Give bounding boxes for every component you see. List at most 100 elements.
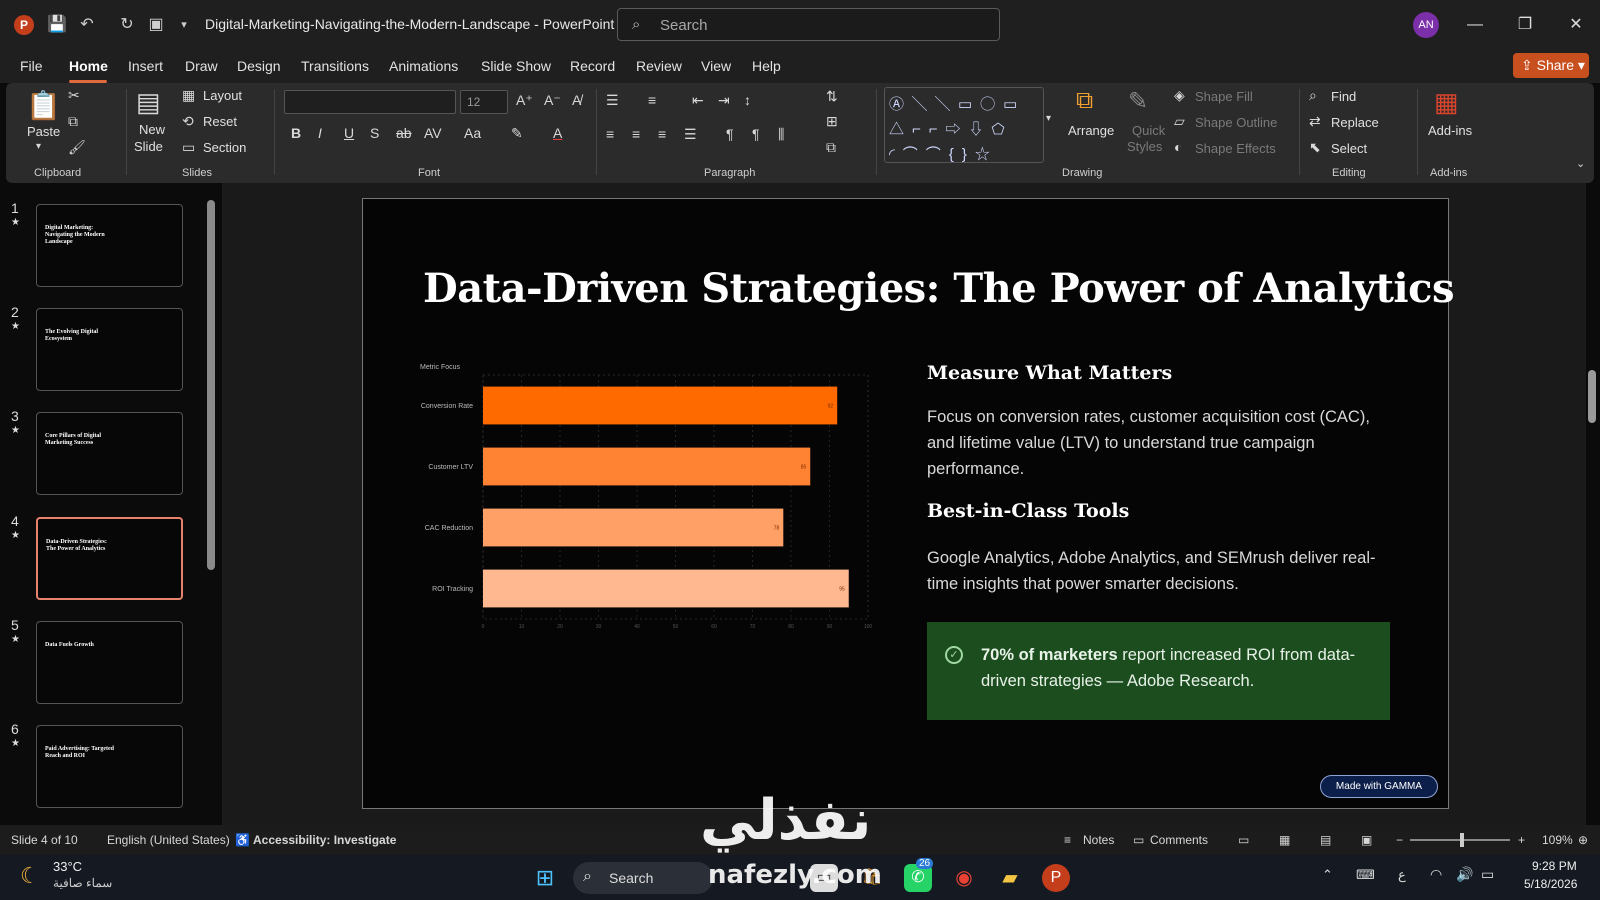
slide-sorter-icon[interactable]: ▦ xyxy=(1279,833,1290,847)
accessibility-icon[interactable]: ♿ xyxy=(235,833,250,847)
bullets-icon[interactable]: ☰ xyxy=(606,92,619,109)
slide-thumbnail-5[interactable]: Data Fuels Growth xyxy=(36,621,183,704)
comments-button[interactable]: Comments xyxy=(1150,833,1208,847)
file-explorer-icon[interactable]: ▰ xyxy=(996,864,1024,892)
quick-styles-label-2[interactable]: Styles xyxy=(1127,139,1162,154)
decrease-indent-icon[interactable]: ⇤ xyxy=(692,92,704,109)
clock-date[interactable]: 5/18/2026 xyxy=(1524,877,1577,891)
shape-fill-button[interactable]: Shape Fill xyxy=(1195,89,1253,104)
new-slide-icon[interactable]: ▤ xyxy=(136,87,161,118)
tab-animations[interactable]: Animations xyxy=(389,58,458,74)
volume-icon[interactable]: 🔊 xyxy=(1456,866,1473,883)
shadow-icon[interactable]: S xyxy=(370,125,379,141)
justify-icon[interactable]: ☰ xyxy=(684,126,697,143)
smartart-icon[interactable]: ⧉ xyxy=(826,139,836,156)
reading-view-icon[interactable]: ▤ xyxy=(1320,833,1331,847)
ltr-icon[interactable]: ¶ xyxy=(726,126,734,142)
customize-qat-icon[interactable]: ▾ xyxy=(173,14,195,36)
character-spacing-icon[interactable]: AV xyxy=(424,125,442,141)
numbering-icon[interactable]: ≡ xyxy=(648,92,656,108)
tab-draw[interactable]: Draw xyxy=(185,58,218,74)
increase-indent-icon[interactable]: ⇥ xyxy=(718,92,730,109)
input-language[interactable]: ع xyxy=(1398,867,1406,883)
arrange-button[interactable]: Arrange xyxy=(1068,123,1114,138)
restore-icon[interactable]: ❐ xyxy=(1510,12,1540,38)
tab-view[interactable]: View xyxy=(701,58,731,74)
undo-icon[interactable]: ↶ xyxy=(76,14,98,36)
align-left-icon[interactable]: ≡ xyxy=(606,126,614,142)
tab-slide-show[interactable]: Slide Show xyxy=(481,58,551,74)
powerpoint-taskbar-icon[interactable]: P xyxy=(1042,864,1070,892)
section2-heading[interactable]: Best-in-Class Tools xyxy=(927,500,1129,522)
align-center-icon[interactable]: ≡ xyxy=(632,126,640,142)
present-icon[interactable]: ▣ xyxy=(145,14,167,36)
callout-box[interactable]: ✓ 70% of marketers report increased ROI … xyxy=(927,622,1390,720)
bold-icon[interactable]: B xyxy=(291,125,301,141)
redo-icon[interactable]: ↻ xyxy=(116,14,138,36)
new-slide-label-1[interactable]: New xyxy=(139,122,165,137)
slide-4[interactable]: Data-Driven Strategies: The Power of Ana… xyxy=(362,198,1454,809)
add-ins-icon[interactable]: ▦ xyxy=(1434,87,1459,118)
quick-styles-label-1[interactable]: Quick xyxy=(1132,123,1165,138)
comments-icon[interactable]: ▭ xyxy=(1133,833,1144,847)
grow-font-icon[interactable]: A⁺ xyxy=(516,92,533,109)
zoom-level[interactable]: 109% xyxy=(1542,833,1573,847)
keyboard-icon[interactable]: ⌨ xyxy=(1356,867,1375,883)
replace-button[interactable]: Replace xyxy=(1331,115,1379,130)
font-family-select[interactable] xyxy=(284,90,456,114)
wifi-icon[interactable]: ◠ xyxy=(1430,866,1442,883)
highlight-icon[interactable]: ✎ xyxy=(511,125,523,142)
clear-formatting-icon[interactable]: A̸ xyxy=(572,92,581,108)
columns-icon[interactable]: ⫼ xyxy=(778,126,784,143)
share-button[interactable]: ⇪ Share ▾ xyxy=(1513,53,1589,78)
tab-home[interactable]: Home xyxy=(69,58,108,74)
text-direction-icon[interactable]: ⇅ xyxy=(826,88,838,105)
notes-button[interactable]: Notes xyxy=(1083,833,1114,847)
close-icon[interactable]: ✕ xyxy=(1561,12,1591,38)
fit-to-window-icon[interactable]: ⊕ xyxy=(1578,833,1588,847)
underline-icon[interactable]: U xyxy=(344,125,354,141)
accessibility-status[interactable]: Accessibility: Investigate xyxy=(253,833,396,847)
shrink-font-icon[interactable]: A⁻ xyxy=(544,92,561,109)
find-button[interactable]: Find xyxy=(1331,89,1356,104)
font-color-icon[interactable]: A xyxy=(553,125,562,141)
chrome-icon[interactable]: ◉ xyxy=(950,864,978,892)
windows-start-icon[interactable]: ⊞ xyxy=(531,864,559,892)
slide-thumbnail-6[interactable]: Paid Advertising: Targeted Reach and ROI xyxy=(36,725,183,808)
slide-thumbnail-2[interactable]: The Evolving Digital Ecosystem xyxy=(36,308,183,391)
slide-thumbnail-1[interactable]: Digital Marketing: Navigating the Modern… xyxy=(36,204,183,287)
normal-view-icon[interactable]: ▭ xyxy=(1238,833,1249,847)
copy-icon[interactable]: ⧉ xyxy=(68,113,78,130)
thumbnails-scrollbar[interactable] xyxy=(207,200,215,570)
minimize-icon[interactable]: — xyxy=(1460,12,1490,38)
zoom-out-icon[interactable]: − xyxy=(1396,833,1403,847)
zoom-slider-thumb[interactable] xyxy=(1460,833,1464,847)
shapes-more-icon[interactable]: ▾ xyxy=(1046,113,1051,124)
weather-temp[interactable]: 33°C xyxy=(53,859,82,874)
tab-review[interactable]: Review xyxy=(636,58,682,74)
battery-icon[interactable]: ▭ xyxy=(1481,866,1494,883)
font-size-select[interactable]: 12 xyxy=(460,90,508,114)
shape-glyphs[interactable]: Ⓐ╲╲▭◯▭ △⌐⌐⇨⇩⬠ ◜⌒⌒{}☆ xyxy=(889,92,1039,167)
strikethrough-icon[interactable]: ab xyxy=(396,125,412,141)
section2-text[interactable]: Google Analytics, Adobe Analytics, and S… xyxy=(927,545,1397,597)
zoom-slider[interactable] xyxy=(1410,833,1510,847)
slide-thumbnail-4[interactable]: Data-Driven Strategies: The Power of Ana… xyxy=(36,517,183,600)
paste-button[interactable]: Paste xyxy=(27,124,60,139)
clock-time[interactable]: 9:28 PM xyxy=(1532,859,1577,873)
format-painter-icon[interactable]: 🖌 xyxy=(68,139,86,156)
italic-icon[interactable]: I xyxy=(318,125,322,141)
add-ins-button[interactable]: Add-ins xyxy=(1428,123,1472,138)
tab-file[interactable]: File xyxy=(20,58,43,74)
align-text-icon[interactable]: ⊞ xyxy=(826,113,838,130)
search-input[interactable]: ⌕ Search xyxy=(617,8,1000,41)
bar-chart[interactable]: Metric Focus 0 10 20 30 40 50 60 70 80 90 100 Conver… xyxy=(418,361,878,631)
slide-title[interactable]: Data-Driven Strategies: The Power of Ana… xyxy=(423,265,1454,312)
save-icon[interactable]: 💾 xyxy=(46,14,68,36)
show-hidden-icons[interactable]: ⌃ xyxy=(1322,867,1333,883)
new-slide-label-2[interactable]: Slide xyxy=(134,139,163,154)
paste-icon[interactable]: 📋 xyxy=(26,89,61,122)
slide-thumbnail-3[interactable]: Core Pillars of Digital Marketing Succes… xyxy=(36,412,183,495)
shape-outline-button[interactable]: Shape Outline xyxy=(1195,115,1277,130)
line-spacing-icon[interactable]: ↕ xyxy=(744,92,751,108)
